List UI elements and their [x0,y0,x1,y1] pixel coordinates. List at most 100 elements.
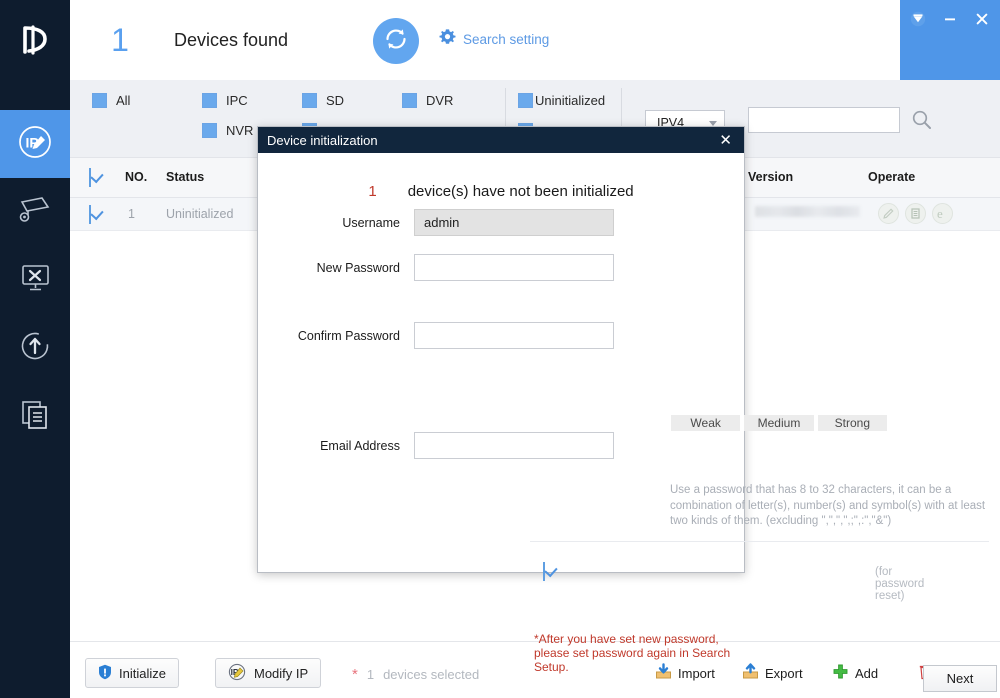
skin-button[interactable] [907,9,929,29]
email-row: Email Address [271,432,614,459]
refresh-icon [381,24,411,59]
checkbox-nvr[interactable] [202,123,217,138]
camera-gear-icon [15,193,55,232]
plus-icon [832,663,849,683]
search-icon[interactable] [910,108,934,137]
export-icon [742,663,759,683]
confirm-password-row: Confirm Password [271,322,614,349]
app-logo [0,0,70,80]
username-row: Username admin [271,209,614,236]
dialog-device-count: 1 [368,183,377,200]
sidebar-item-device-config[interactable] [0,178,70,246]
checkbox-ipc[interactable] [202,93,217,108]
strength-medium: Medium [744,415,814,431]
username-label: Username [342,215,400,230]
sidebar-item-device-upgrade[interactable] [0,314,70,382]
selection-text: devices selected [383,667,480,682]
search-setting-button[interactable]: Search setting [439,28,549,50]
filter-sd-label: SD [326,93,345,108]
modify-ip-button[interactable]: IP Modify IP [215,658,322,688]
dialog-divider [530,541,989,542]
email-label: Email Address [320,438,400,453]
dialog-headline: 1 device(s) have not been initialized [258,183,744,200]
dialog-title: Device initialization [267,132,378,148]
strength-weak: Weak [671,415,741,431]
new-password-row: New Password [271,254,614,281]
password-strength-meter: Weak Medium Strong [671,415,887,431]
cell-version [755,206,860,217]
cell-status: Uninitialized [166,207,234,221]
close-button[interactable] [971,9,993,29]
device-initialization-dialog: Device initialization ✕ 1 device(s) have… [257,126,997,692]
close-icon[interactable]: ✕ [716,133,735,148]
documents-icon [15,396,55,437]
column-operate: Operate [868,170,916,184]
edit-operation-button[interactable] [878,203,899,224]
column-status: Status [166,170,205,184]
refresh-button[interactable] [373,18,419,64]
column-no: NO. [125,170,148,184]
ip-edit-icon: IP [15,122,55,167]
next-button[interactable]: Next [923,665,997,692]
filter-uninitialized[interactable]: Uninitialized [518,93,605,108]
modify-ip-label: Modify IP [254,665,309,681]
filter-all[interactable]: All [92,93,130,108]
search-input[interactable] [748,107,900,133]
email-checkbox[interactable] [543,562,545,581]
row-checkbox[interactable] [89,205,91,224]
export-button[interactable]: Export [742,663,803,683]
select-all-checkbox[interactable] [89,168,91,187]
dialog-title-bar: Device initialization ✕ [258,127,744,153]
selection-info: * 1 devices selected [352,666,479,683]
filter-nvr-label: NVR [226,123,254,138]
email-field[interactable] [414,432,614,459]
window-controls [900,0,1000,80]
checkbox-all[interactable] [92,93,107,108]
upload-refresh-icon [15,328,55,369]
confirm-password-label: Confirm Password [297,328,400,343]
filter-dvr[interactable]: DVR [402,93,453,108]
initialize-label: Initialize [119,665,166,681]
filter-uninitialized-label: Uninitialized [535,93,606,108]
minimize-button[interactable] [939,9,961,29]
cell-no: 1 [128,207,135,221]
export-label: Export [765,665,803,681]
dialog-headline-text: device(s) have not been initialized [407,183,634,200]
password-hint: Use a password that has 8 to 32 characte… [670,484,986,527]
initialize-button[interactable]: Initialize [85,658,179,688]
add-label: Add [855,665,879,681]
add-button[interactable]: Add [832,663,878,683]
shield-icon [98,664,112,683]
sidebar-item-device-logs[interactable] [0,382,70,450]
configtool-window: IP 1 Devices found Search setting All IP… [0,0,1000,698]
detail-operation-button[interactable] [905,203,926,224]
filter-ipc[interactable]: IPC [202,93,248,108]
selection-count: 1 [366,667,375,682]
dialog-warning: *After you have set new password, please… [534,632,731,674]
ip-edit-icon: IP [228,663,247,684]
web-operation-button[interactable]: e [932,203,953,224]
sidebar: IP [0,0,70,698]
filter-dvr-label: DVR [426,93,454,108]
email-note: (for password reset) [875,566,925,602]
filter-ipc-label: IPC [226,93,248,108]
checkbox-dvr[interactable] [402,93,417,108]
column-version: Version [748,170,794,184]
selection-asterisk: * [352,666,358,683]
filter-all-label: All [116,93,131,108]
filter-nvr[interactable]: NVR [202,123,253,138]
strength-strong: Strong [817,415,887,431]
checkbox-uninitialized[interactable] [518,93,533,108]
sidebar-item-modify-ip[interactable]: IP [0,110,70,178]
svg-text:e: e [937,206,943,221]
sidebar-item-system-settings[interactable] [0,246,70,314]
gear-icon [439,28,456,50]
filter-sd[interactable]: SD [302,93,344,108]
username-field: admin [414,209,614,236]
new-password-field[interactable] [414,254,614,281]
confirm-password-field[interactable] [414,322,614,349]
checkbox-sd[interactable] [302,93,317,108]
new-password-label: New Password [316,260,400,275]
device-count: 1 [111,21,129,58]
device-count-label: Devices found [174,29,289,50]
